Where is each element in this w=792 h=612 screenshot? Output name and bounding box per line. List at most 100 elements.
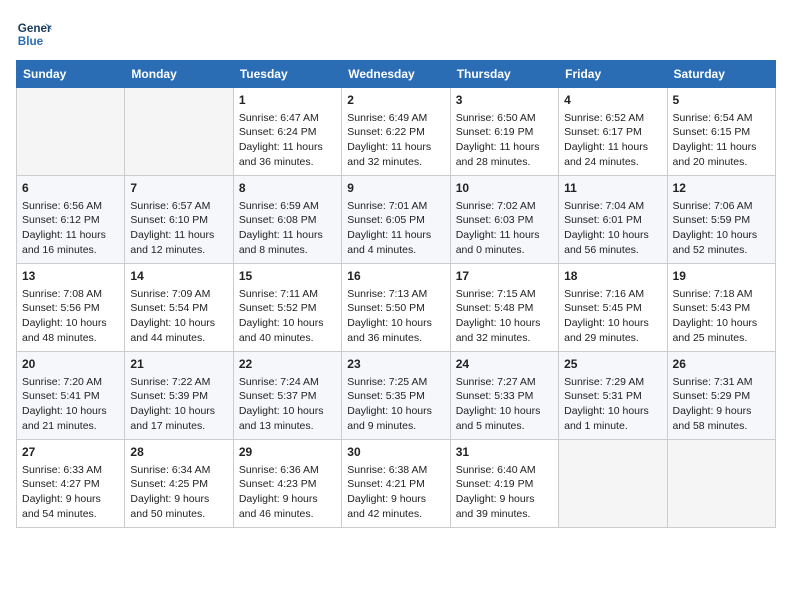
day-info: and 39 minutes. — [456, 507, 553, 522]
calendar-cell: 6Sunrise: 6:56 AMSunset: 6:12 PMDaylight… — [17, 176, 125, 264]
day-info: Sunrise: 7:09 AM — [130, 287, 227, 302]
day-number: 22 — [239, 356, 336, 373]
calendar-cell: 18Sunrise: 7:16 AMSunset: 5:45 PMDayligh… — [559, 264, 667, 352]
day-info: and 1 minute. — [564, 419, 661, 434]
calendar-cell — [559, 440, 667, 528]
day-info: Sunrise: 6:40 AM — [456, 463, 553, 478]
day-info: Sunset: 6:22 PM — [347, 125, 444, 140]
day-info: Daylight: 10 hours — [130, 404, 227, 419]
calendar-cell: 8Sunrise: 6:59 AMSunset: 6:08 PMDaylight… — [233, 176, 341, 264]
day-info: and 32 minutes. — [347, 155, 444, 170]
calendar-cell: 20Sunrise: 7:20 AMSunset: 5:41 PMDayligh… — [17, 352, 125, 440]
weekday-header-wednesday: Wednesday — [342, 61, 450, 88]
calendar-cell: 25Sunrise: 7:29 AMSunset: 5:31 PMDayligh… — [559, 352, 667, 440]
day-info: Daylight: 10 hours — [564, 404, 661, 419]
day-info: Sunset: 5:48 PM — [456, 301, 553, 316]
day-info: Daylight: 11 hours — [564, 140, 661, 155]
day-number: 24 — [456, 356, 553, 373]
day-info: Sunrise: 6:34 AM — [130, 463, 227, 478]
weekday-header-friday: Friday — [559, 61, 667, 88]
day-number: 26 — [673, 356, 770, 373]
day-info: Sunrise: 7:06 AM — [673, 199, 770, 214]
day-number: 21 — [130, 356, 227, 373]
day-info: Daylight: 11 hours — [239, 228, 336, 243]
day-number: 19 — [673, 268, 770, 285]
day-number: 5 — [673, 92, 770, 109]
day-number: 12 — [673, 180, 770, 197]
day-info: and 46 minutes. — [239, 507, 336, 522]
day-info: Daylight: 9 hours — [456, 492, 553, 507]
calendar-cell: 9Sunrise: 7:01 AMSunset: 6:05 PMDaylight… — [342, 176, 450, 264]
day-info: Sunset: 6:03 PM — [456, 213, 553, 228]
day-info: Daylight: 10 hours — [239, 404, 336, 419]
day-number: 7 — [130, 180, 227, 197]
calendar-cell — [667, 440, 775, 528]
day-info: and 48 minutes. — [22, 331, 119, 346]
day-info: Daylight: 11 hours — [130, 228, 227, 243]
calendar-cell — [125, 88, 233, 176]
day-info: Sunrise: 7:18 AM — [673, 287, 770, 302]
day-number: 8 — [239, 180, 336, 197]
day-info: Sunset: 4:27 PM — [22, 477, 119, 492]
day-info: Sunrise: 7:24 AM — [239, 375, 336, 390]
day-info: Daylight: 10 hours — [673, 316, 770, 331]
day-info: Daylight: 10 hours — [673, 228, 770, 243]
day-info: Daylight: 10 hours — [347, 316, 444, 331]
day-info: Sunrise: 7:01 AM — [347, 199, 444, 214]
day-info: Daylight: 10 hours — [564, 316, 661, 331]
day-info: Daylight: 10 hours — [239, 316, 336, 331]
day-number: 11 — [564, 180, 661, 197]
day-number: 29 — [239, 444, 336, 461]
calendar-cell: 13Sunrise: 7:08 AMSunset: 5:56 PMDayligh… — [17, 264, 125, 352]
day-info: Daylight: 11 hours — [456, 228, 553, 243]
day-info: and 20 minutes. — [673, 155, 770, 170]
day-info: and 44 minutes. — [130, 331, 227, 346]
day-info: Sunset: 5:56 PM — [22, 301, 119, 316]
day-info: Sunrise: 7:04 AM — [564, 199, 661, 214]
day-info: and 42 minutes. — [347, 507, 444, 522]
calendar-cell: 21Sunrise: 7:22 AMSunset: 5:39 PMDayligh… — [125, 352, 233, 440]
day-info: Daylight: 10 hours — [456, 404, 553, 419]
calendar-cell: 23Sunrise: 7:25 AMSunset: 5:35 PMDayligh… — [342, 352, 450, 440]
day-info: Sunset: 5:41 PM — [22, 389, 119, 404]
day-number: 25 — [564, 356, 661, 373]
day-info: and 36 minutes. — [347, 331, 444, 346]
day-info: Sunset: 6:12 PM — [22, 213, 119, 228]
day-info: and 50 minutes. — [130, 507, 227, 522]
day-info: Sunrise: 6:57 AM — [130, 199, 227, 214]
day-info: and 21 minutes. — [22, 419, 119, 434]
day-info: Daylight: 11 hours — [22, 228, 119, 243]
day-info: Sunrise: 6:50 AM — [456, 111, 553, 126]
calendar-cell — [17, 88, 125, 176]
day-info: Sunrise: 6:54 AM — [673, 111, 770, 126]
weekday-header-thursday: Thursday — [450, 61, 558, 88]
day-info: Sunset: 6:01 PM — [564, 213, 661, 228]
day-info: Daylight: 9 hours — [347, 492, 444, 507]
calendar-cell: 7Sunrise: 6:57 AMSunset: 6:10 PMDaylight… — [125, 176, 233, 264]
day-info: Sunrise: 7:11 AM — [239, 287, 336, 302]
day-number: 18 — [564, 268, 661, 285]
calendar-cell: 5Sunrise: 6:54 AMSunset: 6:15 PMDaylight… — [667, 88, 775, 176]
day-info: Daylight: 11 hours — [347, 228, 444, 243]
day-info: Sunrise: 7:22 AM — [130, 375, 227, 390]
calendar-cell: 30Sunrise: 6:38 AMSunset: 4:21 PMDayligh… — [342, 440, 450, 528]
day-number: 31 — [456, 444, 553, 461]
svg-text:Blue: Blue — [18, 35, 44, 48]
day-info: Daylight: 10 hours — [456, 316, 553, 331]
day-info: Sunrise: 7:27 AM — [456, 375, 553, 390]
day-info: and 25 minutes. — [673, 331, 770, 346]
day-info: Sunset: 5:54 PM — [130, 301, 227, 316]
day-number: 1 — [239, 92, 336, 109]
day-info: and 9 minutes. — [347, 419, 444, 434]
day-info: Daylight: 11 hours — [347, 140, 444, 155]
day-info: Sunrise: 7:08 AM — [22, 287, 119, 302]
calendar-cell: 17Sunrise: 7:15 AMSunset: 5:48 PMDayligh… — [450, 264, 558, 352]
calendar-cell: 14Sunrise: 7:09 AMSunset: 5:54 PMDayligh… — [125, 264, 233, 352]
day-number: 23 — [347, 356, 444, 373]
day-info: Sunrise: 7:02 AM — [456, 199, 553, 214]
day-info: Sunset: 5:35 PM — [347, 389, 444, 404]
day-info: Daylight: 9 hours — [673, 404, 770, 419]
calendar-cell: 31Sunrise: 6:40 AMSunset: 4:19 PMDayligh… — [450, 440, 558, 528]
logo-icon: General Blue — [16, 16, 52, 52]
day-info: Daylight: 11 hours — [239, 140, 336, 155]
